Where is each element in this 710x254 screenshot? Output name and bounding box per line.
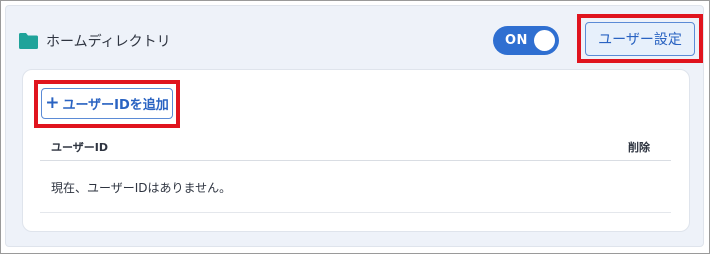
column-header-delete: 削除 xyxy=(628,141,650,154)
add-user-id-button[interactable]: + ユーザーIDを追加 xyxy=(41,88,173,119)
toggle-knob xyxy=(534,30,555,51)
folder-icon xyxy=(19,33,38,49)
table-row: 現在、ユーザーIDはありません。 xyxy=(40,162,671,213)
user-settings-button[interactable]: ユーザー設定 xyxy=(585,22,695,56)
add-user-id-label: ユーザーIDを追加 xyxy=(62,98,169,113)
empty-message: 現在、ユーザーIDはありません。 xyxy=(51,181,232,195)
column-header-user-id: ユーザーID xyxy=(51,141,109,154)
home-directory-toggle[interactable]: ON xyxy=(493,26,559,55)
table-header: ユーザーID 削除 xyxy=(40,132,671,161)
toggle-label: ON xyxy=(505,33,528,48)
plus-icon: + xyxy=(45,93,60,113)
section-title: ホームディレクトリ xyxy=(46,34,171,50)
section-header: ホームディレクトリ xyxy=(19,28,171,54)
